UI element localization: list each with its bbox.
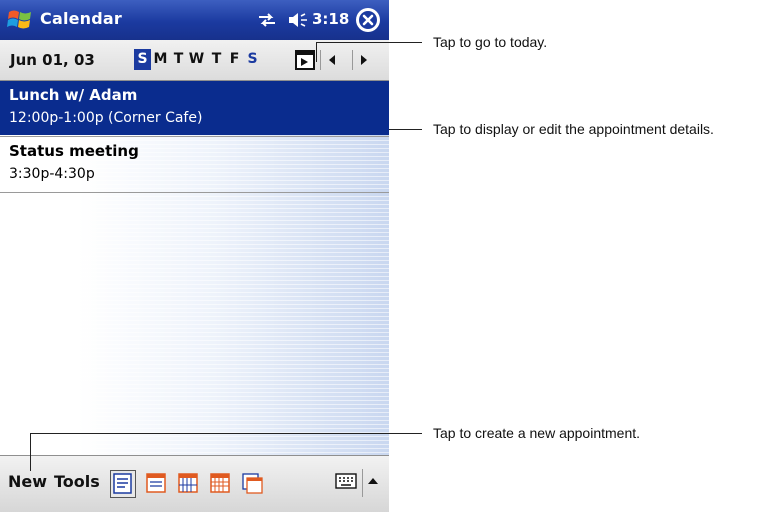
day-sunday[interactable]: S: [134, 49, 151, 70]
arrow-left-icon: [329, 55, 335, 65]
close-icon: [357, 9, 379, 31]
appointment-subject: Lunch w/ Adam: [9, 86, 138, 104]
callout-line-today-drop: [316, 42, 317, 62]
day-saturday[interactable]: S: [244, 49, 261, 70]
day-monday[interactable]: M: [152, 49, 169, 70]
appointment-time: 3:30p-4:30p: [9, 166, 95, 182]
callout-new: Tap to create a new appointment.: [433, 425, 641, 441]
command-bar: New Tools: [0, 455, 389, 512]
current-date[interactable]: Jun 01, 03: [10, 51, 95, 69]
callout-line-new-drop: [30, 433, 31, 471]
keyboard-icon[interactable]: [335, 472, 357, 490]
year-view-button[interactable]: [240, 470, 264, 496]
week-view-button[interactable]: [176, 470, 200, 496]
month-view-button[interactable]: [208, 470, 232, 496]
windows-start-icon[interactable]: [6, 6, 34, 34]
date-bar: Jun 01, 03 S M T W T F S: [0, 40, 389, 81]
speaker-icon[interactable]: [287, 11, 309, 29]
agenda-view-icon: [113, 473, 132, 494]
agenda-view-button[interactable]: [110, 470, 136, 498]
day-view-icon: [146, 473, 166, 493]
week-view-icon: [178, 473, 198, 493]
divider: [0, 192, 389, 193]
title-bar: Calendar 3:18: [0, 0, 389, 40]
day-tuesday[interactable]: T: [170, 49, 187, 70]
month-view-icon: [210, 473, 230, 493]
app-title: Calendar: [40, 9, 123, 28]
clock[interactable]: 3:18: [312, 10, 349, 28]
tools-menu[interactable]: Tools: [54, 472, 100, 491]
arrow-up-icon: [368, 478, 378, 484]
day-wednesday[interactable]: W: [188, 49, 205, 70]
appointment-subject: Status meeting: [9, 142, 139, 160]
go-to-today-icon[interactable]: [295, 50, 315, 70]
new-menu[interactable]: New: [8, 472, 47, 491]
callout-line-today: [316, 42, 422, 43]
pocket-pc-screen: Calendar 3:18 Jun 01, 03 S M T W T F S L…: [0, 0, 389, 512]
appointment-item[interactable]: Status meeting 3:30p-4:30p: [0, 137, 389, 191]
arrow-right-icon: [361, 55, 367, 65]
year-view-icon: [242, 473, 263, 494]
day-view-button[interactable]: [144, 470, 168, 496]
appointment-item[interactable]: Lunch w/ Adam 12:00p-1:00p (Corner Cafe): [0, 81, 389, 135]
next-button[interactable]: [352, 50, 375, 70]
appointment-list[interactable]: Lunch w/ Adam 12:00p-1:00p (Corner Cafe)…: [0, 81, 389, 455]
input-panel-toggle[interactable]: [362, 469, 383, 497]
callout-line-new: [30, 433, 422, 434]
callout-details: Tap to display or edit the appointment d…: [433, 121, 714, 137]
sync-icon[interactable]: [256, 11, 278, 29]
close-button[interactable]: [356, 8, 380, 32]
day-friday[interactable]: F: [226, 49, 243, 70]
day-thursday[interactable]: T: [208, 49, 225, 70]
appointment-time: 12:00p-1:00p (Corner Cafe): [9, 110, 203, 126]
callout-today: Tap to go to today.: [433, 34, 548, 50]
previous-button[interactable]: [320, 50, 343, 70]
